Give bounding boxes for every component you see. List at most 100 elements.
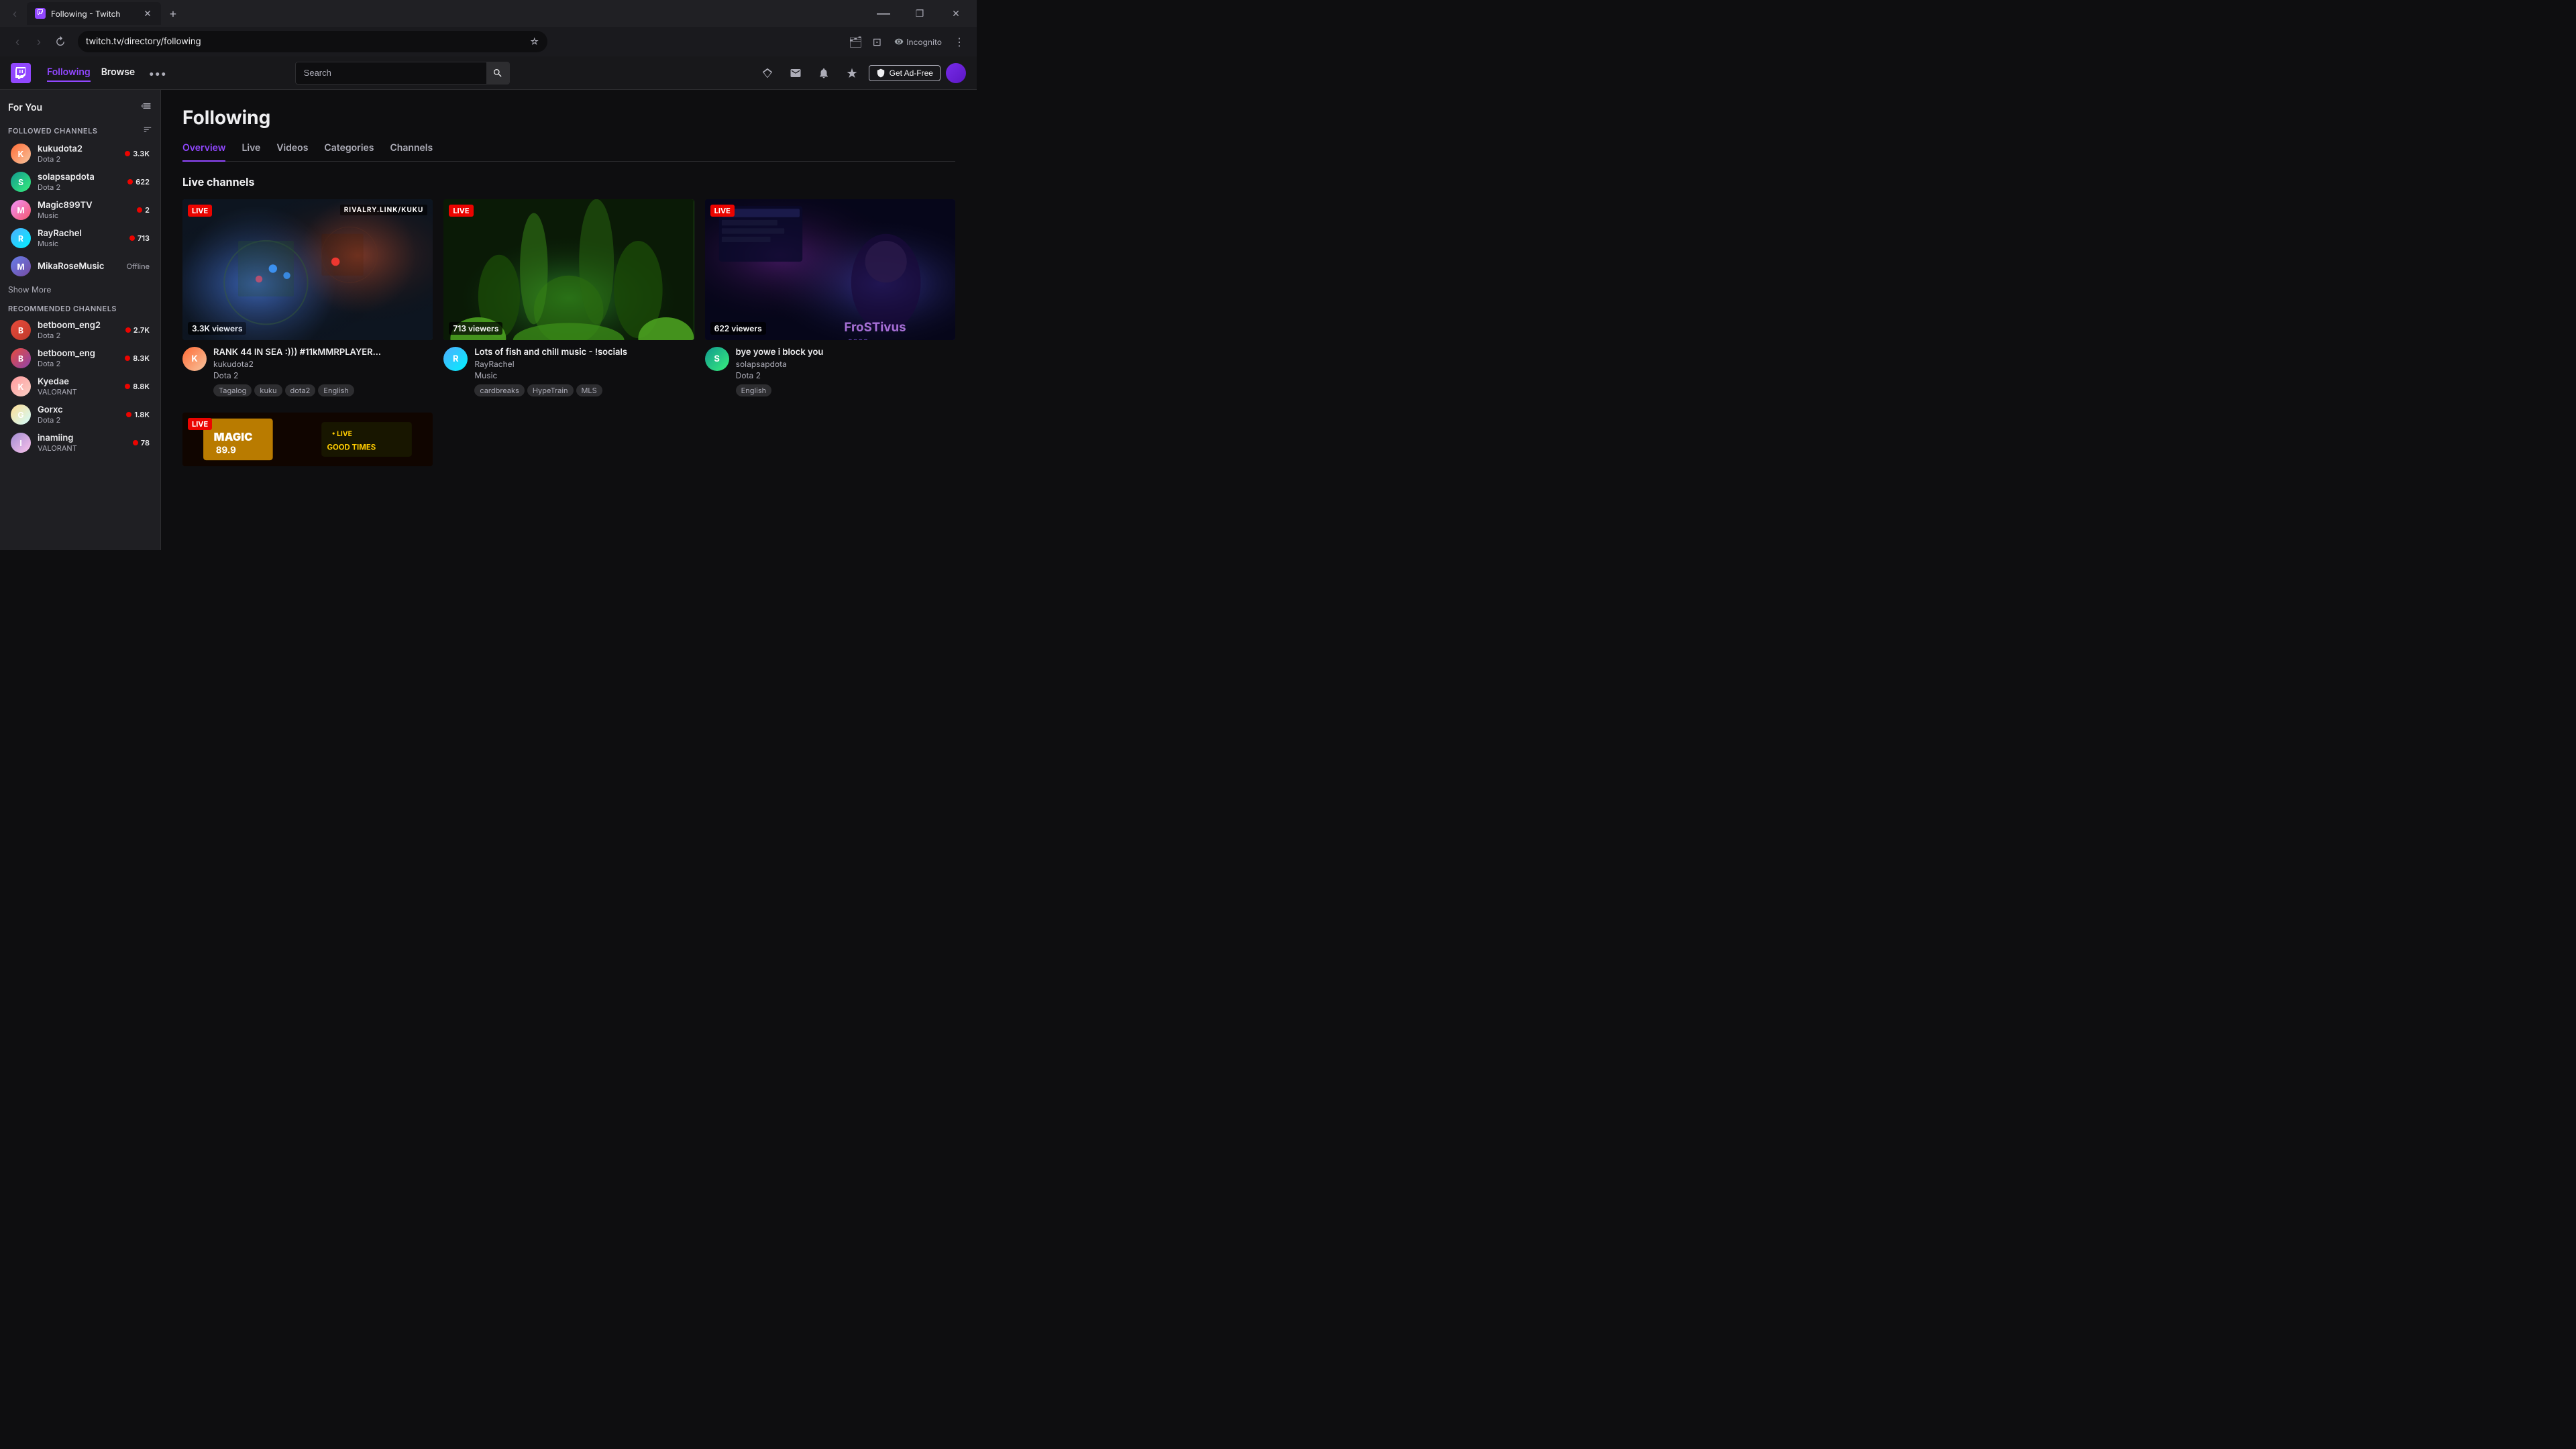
channel-name: betboom_eng xyxy=(38,348,118,359)
search-input[interactable] xyxy=(304,68,481,78)
browser-menu-icon[interactable]: ⋮ xyxy=(950,32,969,51)
channel-game: Music xyxy=(38,211,130,220)
get-ad-free-button[interactable]: Get Ad-Free xyxy=(869,65,941,81)
stream-card[interactable]: LIVE 713 viewers R Lots of fish and chil… xyxy=(443,199,694,396)
sidebar-item[interactable]: K kukudota2 Dota 2 3.3K xyxy=(3,140,158,168)
live-dot xyxy=(137,207,142,213)
page-title: Following xyxy=(182,106,955,129)
tab-categories[interactable]: Categories xyxy=(324,142,374,162)
tab-videos[interactable]: Videos xyxy=(276,142,308,162)
browser-profile-icon[interactable]: ⊡ xyxy=(867,32,886,51)
streamer-avatar: K xyxy=(182,347,207,371)
live-dot xyxy=(125,327,131,333)
tab-close-button[interactable]: ✕ xyxy=(142,8,153,19)
nav-following[interactable]: Following xyxy=(47,64,91,82)
streamer-avatar: S xyxy=(705,347,729,371)
tab-live[interactable]: Live xyxy=(241,142,260,162)
channel-avatar: K xyxy=(11,144,31,164)
channel-game: Dota 2 xyxy=(38,154,118,164)
viewer-count: 2.7K xyxy=(125,325,150,335)
stream-tag[interactable]: HypeTrain xyxy=(527,384,574,396)
recommended-channels-header: RECOMMENDED CHANNELS xyxy=(0,299,160,316)
stream-title: bye yowe i block you xyxy=(736,347,955,358)
stream-tag[interactable]: Tagalog xyxy=(213,384,252,396)
refresh-button[interactable]: ↻ xyxy=(51,32,70,51)
sidebar-item[interactable]: K Kyedae VALORANT 8.8K xyxy=(3,372,158,400)
sidebar-item[interactable]: G Gorxc Dota 2 1.8K xyxy=(3,400,158,429)
prime-icon[interactable] xyxy=(841,62,863,85)
viewer-count: 2 xyxy=(137,205,150,215)
window-close-button[interactable]: ✕ xyxy=(941,3,971,23)
stream-tag[interactable]: English xyxy=(736,384,772,396)
stream-tag[interactable]: kuku xyxy=(254,384,282,396)
followed-channels-header: FOLLOWED CHANNELS xyxy=(0,119,160,140)
sort-icon[interactable] xyxy=(143,125,152,137)
stream-card[interactable]: FroSTivus 2023 LIVE 622 viewers S bye yo… xyxy=(705,199,955,396)
stream-meta: R Lots of fish and chill music - !social… xyxy=(443,347,694,396)
back-button[interactable]: ‹ xyxy=(8,32,27,51)
search-button[interactable] xyxy=(486,62,509,85)
tab-overview[interactable]: Overview xyxy=(182,142,225,162)
star-icon[interactable]: ☆ xyxy=(529,36,539,48)
show-more-button[interactable]: Show More xyxy=(0,280,160,299)
stream-game: Dota 2 xyxy=(213,370,433,380)
tab-nav-prev[interactable]: ‹ xyxy=(5,4,24,23)
notifications-icon[interactable] xyxy=(812,62,835,85)
channel-name: RayRachel xyxy=(38,228,123,239)
tab-channels[interactable]: Channels xyxy=(390,142,433,162)
svg-text:89.9: 89.9 xyxy=(216,445,236,456)
sidebar-item[interactable]: I inamiing VALORANT 78 xyxy=(3,429,158,457)
browser-treasury-icon[interactable]: 🗂 xyxy=(846,32,865,51)
channel-info: betboom_eng Dota 2 xyxy=(38,348,118,368)
recommended-channels-title: RECOMMENDED CHANNELS xyxy=(8,304,117,313)
sidebar-collapse-icon[interactable] xyxy=(142,101,152,114)
stream-tag[interactable]: dota2 xyxy=(285,384,316,396)
channel-avatar: B xyxy=(11,348,31,368)
live-channels-title: Live channels xyxy=(182,175,955,189)
channel-name: betboom_eng2 xyxy=(38,320,119,331)
stream-tag[interactable]: English xyxy=(318,384,354,396)
stream-tag[interactable]: cardbreaks xyxy=(474,384,525,396)
stream-card[interactable]: LIVE RIVALRY.LINK/KUKU 3.3K viewers K RA… xyxy=(182,199,433,396)
nav-browse[interactable]: Browse xyxy=(101,64,136,82)
channel-avatar: B xyxy=(11,320,31,340)
stream-title: RANK 44 IN SEA :))) #11kMMRPLAYER... xyxy=(213,347,433,358)
live-badge: LIVE xyxy=(188,418,212,430)
channel-game: VALORANT xyxy=(38,387,118,396)
get-ad-free-label: Get Ad-Free xyxy=(890,68,933,78)
stream-thumbnail: LIVE RIVALRY.LINK/KUKU 3.3K viewers xyxy=(182,199,433,340)
sidebar-item[interactable]: B betboom_eng2 Dota 2 2.7K xyxy=(3,316,158,344)
live-dot xyxy=(129,235,135,241)
channel-name: Magic899TV xyxy=(38,200,130,211)
channel-info: MikaRoseMusic xyxy=(38,261,120,272)
channel-name: MikaRoseMusic xyxy=(38,261,120,272)
nav-more-button[interactable]: ••• xyxy=(148,66,166,80)
inbox-icon[interactable] xyxy=(784,62,807,85)
channel-avatar: M xyxy=(11,200,31,220)
channel-game: Music xyxy=(38,239,123,248)
streamer-avatar: R xyxy=(443,347,468,371)
new-tab-button[interactable]: + xyxy=(164,4,182,23)
user-avatar[interactable] xyxy=(946,63,966,83)
stream-card-4[interactable]: MAGIC 89.9 • LIVE GOOD TIMES LIVE xyxy=(182,413,433,466)
stream-tag[interactable]: MLS xyxy=(576,384,602,396)
forward-button[interactable]: › xyxy=(30,32,48,51)
bits-icon[interactable] xyxy=(756,62,779,85)
live-dot xyxy=(127,179,133,184)
sidebar-item[interactable]: M Magic899TV Music 2 xyxy=(3,196,158,224)
active-tab[interactable]: Following - Twitch ✕ xyxy=(27,2,161,25)
viewer-count: 622 xyxy=(127,177,150,186)
sidebar-item[interactable]: B betboom_eng Dota 2 8.3K xyxy=(3,344,158,372)
sidebar-item[interactable]: R RayRachel Music 713 xyxy=(3,224,158,252)
stream-info: bye yowe i block you solapsapdota Dota 2… xyxy=(736,347,955,396)
for-you-section: For You xyxy=(0,95,160,119)
sidebar-item[interactable]: M MikaRoseMusic Offline xyxy=(3,252,158,280)
twitch-logo[interactable] xyxy=(11,63,31,83)
sidebar-item[interactable]: S solapsapdota Dota 2 622 xyxy=(3,168,158,196)
window-minimize-button[interactable]: — xyxy=(868,3,899,23)
stream-thumbnail: LIVE 713 viewers xyxy=(443,199,694,340)
stream-game: Music xyxy=(474,370,694,380)
address-bar[interactable]: twitch.tv/directory/following ☆ xyxy=(78,31,547,52)
window-maximize-button[interactable]: ❐ xyxy=(904,3,935,23)
svg-text:FroSTivus: FroSTivus xyxy=(844,319,906,335)
